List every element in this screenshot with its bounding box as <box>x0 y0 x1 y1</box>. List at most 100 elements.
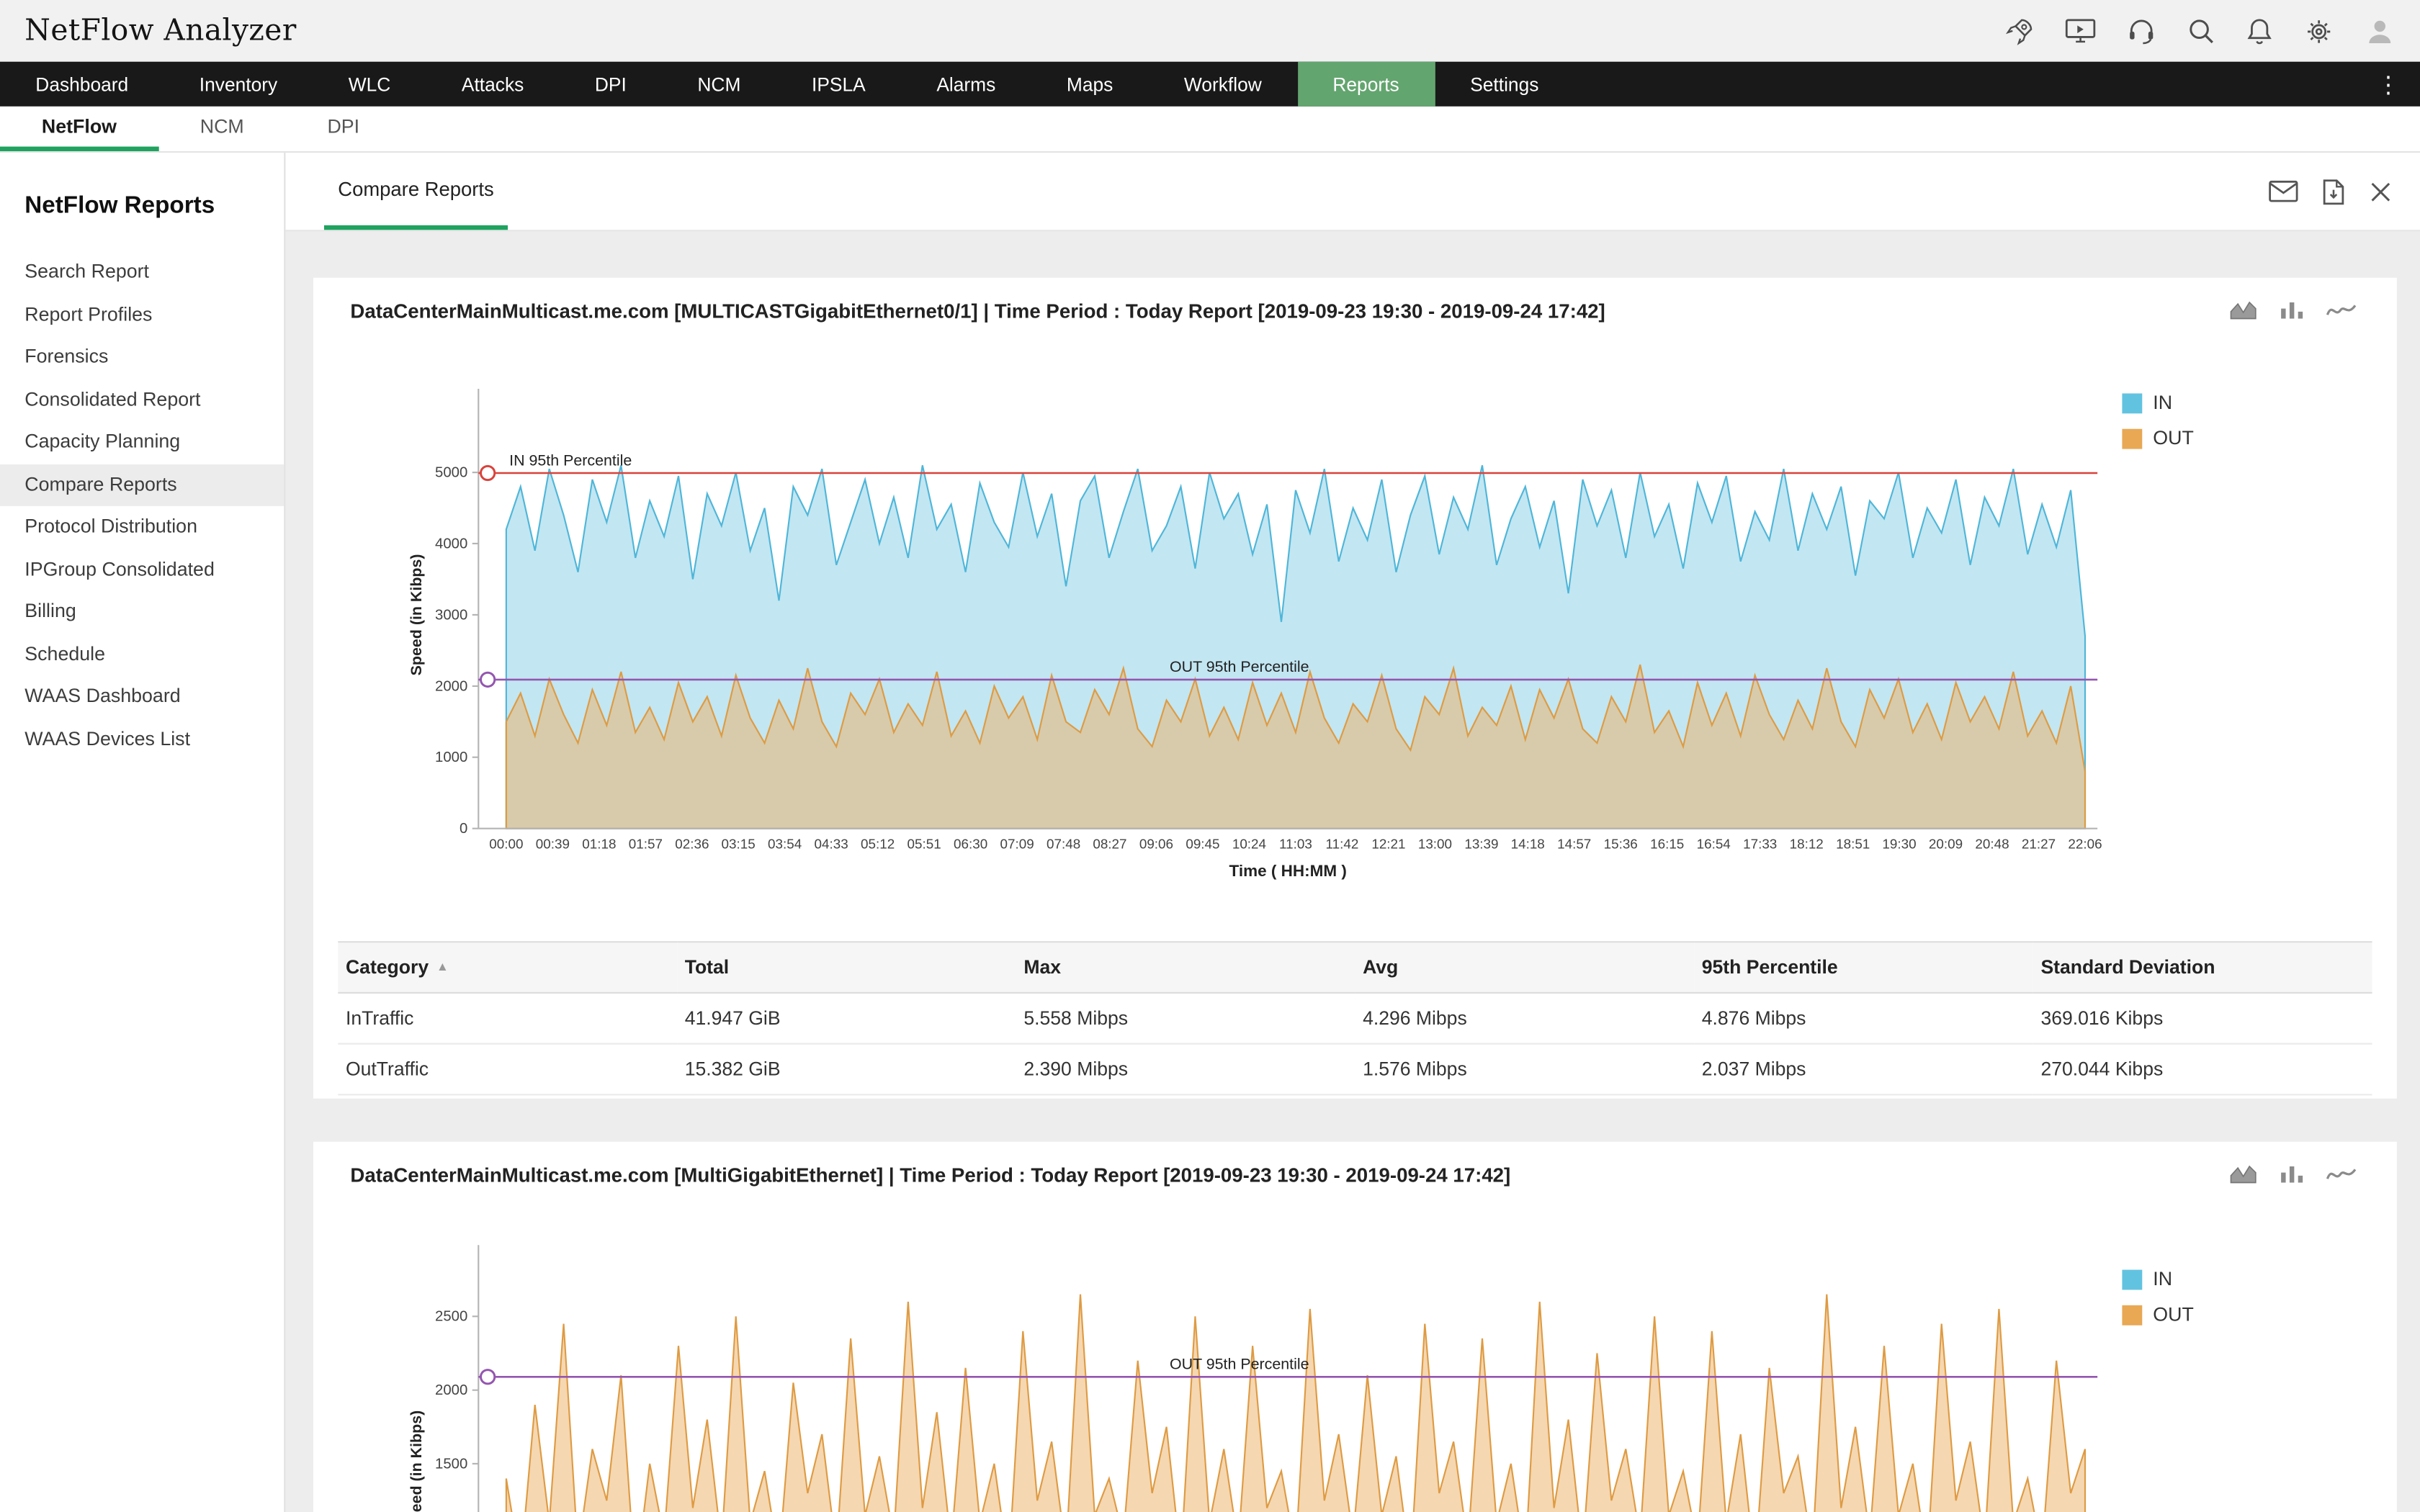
svg-text:07:09: 07:09 <box>1000 837 1034 852</box>
svg-text:05:51: 05:51 <box>908 837 941 852</box>
nav-item-dashboard[interactable]: Dashboard <box>0 62 164 107</box>
subtab-dpi[interactable]: DPI <box>286 107 401 151</box>
launch-icon[interactable] <box>2005 17 2035 46</box>
legend-swatch <box>2122 428 2142 449</box>
svg-text:4000: 4000 <box>435 536 467 552</box>
table-cell: 4.876 Mibps <box>1694 993 2033 1044</box>
sidebar-item-forensics[interactable]: Forensics <box>0 336 284 379</box>
svg-text:19:30: 19:30 <box>1882 837 1916 852</box>
legend-label: OUT <box>2153 428 2194 449</box>
svg-text:1000: 1000 <box>435 750 467 765</box>
nav-item-ipsla[interactable]: IPSLA <box>776 62 901 107</box>
sidebar-item-capacity-planning[interactable]: Capacity Planning <box>0 421 284 464</box>
svg-text:03:15: 03:15 <box>722 837 756 852</box>
traffic-chart[interactable]: 0500100015002000250000:0000:3901:1801:57… <box>406 1227 2120 1512</box>
tab-compare-reports[interactable]: Compare Reports <box>324 153 508 230</box>
nav-item-ncm[interactable]: NCM <box>662 62 776 107</box>
demo-monitor-icon[interactable] <box>2065 17 2096 45</box>
sidebar-item-waas-dashboard[interactable]: WAAS Dashboard <box>0 676 284 719</box>
pdf-export-icon[interactable] <box>2323 178 2344 204</box>
report-title: DataCenterMainMulticast.me.com [MultiGig… <box>350 1164 1510 1187</box>
svg-text:2000: 2000 <box>435 1382 467 1398</box>
nav-item-maps[interactable]: Maps <box>1031 62 1149 107</box>
main-content: Compare Reports DataCenterMainMulticast.… <box>285 153 2420 1512</box>
line-chart-icon[interactable] <box>2326 1163 2357 1184</box>
search-icon[interactable] <box>2187 17 2215 45</box>
sidebar-item-waas-devices-list[interactable]: WAAS Devices List <box>0 718 284 760</box>
svg-text:14:18: 14:18 <box>1511 837 1545 852</box>
svg-text:0: 0 <box>460 821 467 837</box>
close-icon[interactable] <box>2369 180 2392 203</box>
svg-text:05:12: 05:12 <box>861 837 895 852</box>
line-chart-icon[interactable] <box>2326 299 2357 320</box>
chart-legend: IN OUT <box>2122 1268 2193 1325</box>
svg-text:15:36: 15:36 <box>1604 837 1638 852</box>
svg-text:03:54: 03:54 <box>768 837 802 852</box>
legend-entry-out[interactable]: OUT <box>2122 1304 2193 1326</box>
legend-entry-in[interactable]: IN <box>2122 1268 2193 1290</box>
email-icon[interactable] <box>2269 181 2298 202</box>
notifications-bell-icon[interactable] <box>2246 17 2274 46</box>
sidebar: NetFlow Reports Search ReportReport Prof… <box>0 153 285 1512</box>
nav-item-wlc[interactable]: WLC <box>313 62 426 107</box>
sidebar-item-protocol-distribution[interactable]: Protocol Distribution <box>0 506 284 549</box>
table-cell: 1.576 Mibps <box>1355 1044 1694 1095</box>
report-card-multicast-interface: DataCenterMainMulticast.me.com [MULTICAS… <box>313 278 2397 1099</box>
nav-item-workflow[interactable]: Workflow <box>1149 62 1297 107</box>
svg-text:18:12: 18:12 <box>1790 837 1824 852</box>
table-cell: 15.382 GiB <box>677 1044 1016 1095</box>
bar-chart-icon[interactable] <box>2278 298 2306 321</box>
legend-entry-out[interactable]: OUT <box>2122 428 2193 449</box>
column-header-standard-deviation[interactable]: Standard Deviation <box>2033 942 2372 993</box>
nav-item-reports[interactable]: Reports <box>1297 62 1435 107</box>
svg-text:09:45: 09:45 <box>1186 837 1219 852</box>
legend-swatch <box>2122 1305 2142 1325</box>
sidebar-item-compare-reports[interactable]: Compare Reports <box>0 464 284 506</box>
settings-gear-icon[interactable] <box>2304 17 2334 46</box>
legend-entry-in[interactable]: IN <box>2122 392 2193 413</box>
support-headset-icon[interactable] <box>2127 17 2156 45</box>
area-chart-icon[interactable] <box>2228 298 2258 321</box>
sidebar-item-billing[interactable]: Billing <box>0 591 284 634</box>
sidebar-item-schedule[interactable]: Schedule <box>0 634 284 676</box>
table-cell: 2.037 Mibps <box>1694 1044 2033 1095</box>
bar-chart-icon[interactable] <box>2278 1162 2306 1185</box>
nav-item-dpi[interactable]: DPI <box>560 62 663 107</box>
more-menu-icon[interactable]: ⋮ <box>2357 62 2420 107</box>
column-header-avg[interactable]: Avg <box>1355 942 1694 993</box>
svg-text:OUT 95th Percentile: OUT 95th Percentile <box>1170 658 1309 675</box>
column-header-95th-percentile[interactable]: 95th Percentile <box>1694 942 2033 993</box>
chart-type-icon-group <box>2228 1162 2357 1185</box>
svg-text:04:33: 04:33 <box>815 837 848 852</box>
svg-text:12:21: 12:21 <box>1371 837 1405 852</box>
svg-text:Speed (in Kibps): Speed (in Kibps) <box>408 554 425 675</box>
column-header-total[interactable]: Total <box>677 942 1016 993</box>
nav-item-settings[interactable]: Settings <box>1435 62 1574 107</box>
nav-item-attacks[interactable]: Attacks <box>426 62 560 107</box>
sidebar-item-ipgroup-consolidated[interactable]: IPGroup Consolidated <box>0 549 284 591</box>
sort-asc-icon: ▲ <box>436 960 449 973</box>
sidebar-item-report-profiles[interactable]: Report Profiles <box>0 294 284 336</box>
sidebar-item-consolidated-report[interactable]: Consolidated Report <box>0 379 284 421</box>
traffic-chart[interactable]: 01000200030004000500000:0000:3901:1801:5… <box>406 370 2120 902</box>
sidebar-item-search-report[interactable]: Search Report <box>0 251 284 294</box>
svg-text:11:03: 11:03 <box>1279 837 1312 852</box>
area-chart-icon[interactable] <box>2228 1162 2258 1185</box>
table-cell: 369.016 Kibps <box>2033 993 2372 1044</box>
svg-text:18:51: 18:51 <box>1836 837 1870 852</box>
svg-text:5000: 5000 <box>435 465 467 481</box>
subtab-ncm[interactable]: NCM <box>158 107 286 151</box>
svg-text:13:00: 13:00 <box>1418 837 1452 852</box>
svg-text:08:27: 08:27 <box>1093 837 1126 852</box>
nav-item-alarms[interactable]: Alarms <box>901 62 1031 107</box>
column-header-max[interactable]: Max <box>1016 942 1355 993</box>
user-avatar-icon[interactable] <box>2365 15 2396 46</box>
column-header-category[interactable]: Category▲ <box>338 942 677 993</box>
table-row: OutTraffic15.382 GiB2.390 Mibps1.576 Mib… <box>338 1044 2372 1095</box>
nav-item-inventory[interactable]: Inventory <box>164 62 313 107</box>
table-cell: OutTraffic <box>338 1044 677 1095</box>
subtab-netflow[interactable]: NetFlow <box>0 107 158 151</box>
svg-text:OUT 95th Percentile: OUT 95th Percentile <box>1170 1356 1309 1373</box>
table-row: InTraffic41.947 GiB5.558 Mibps4.296 Mibp… <box>338 993 2372 1044</box>
table-cell: InTraffic <box>338 993 677 1044</box>
